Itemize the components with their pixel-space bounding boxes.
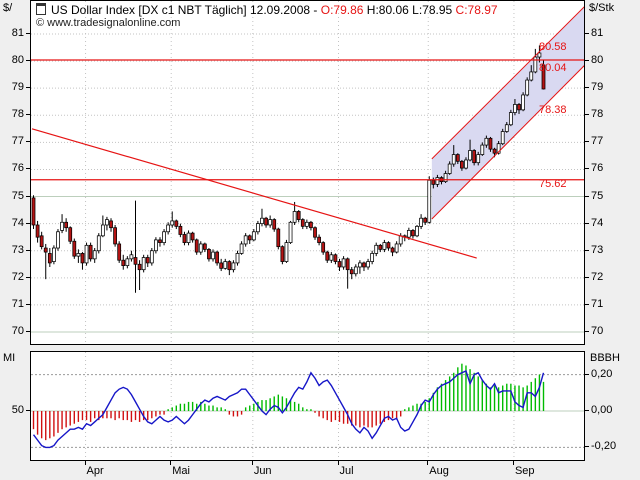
y-axis-tick-label-right: 79 bbox=[591, 81, 604, 94]
y-axis-tick-label-right: 78 bbox=[591, 108, 604, 121]
indicator-right-tick-label: -0,20 bbox=[591, 440, 617, 453]
x-axis-month-label: Aug bbox=[429, 465, 449, 477]
y-axis-tick-mark-left bbox=[26, 195, 30, 197]
indicator-right-tick-label: 0,00 bbox=[591, 404, 613, 416]
y-axis-tick-label-left: 79 bbox=[11, 81, 24, 94]
x-axis-month-label: Jun bbox=[253, 465, 272, 477]
y-axis-tick-label-right: 71 bbox=[591, 297, 604, 310]
left-axis-unit: $/ bbox=[3, 2, 13, 14]
indicator-left-tick-mark bbox=[26, 410, 30, 411]
price-annotation-label: 80.58 bbox=[539, 41, 567, 53]
y-axis-tick-mark-right bbox=[585, 141, 589, 143]
chart-title: US Dollar Index [DX c1 NBT Täglich] 12.0… bbox=[36, 3, 498, 17]
y-axis-tick-label-left: 76 bbox=[11, 162, 24, 175]
right-axis-unit: $/Stk bbox=[589, 2, 615, 14]
indicator-right-label: BBBH bbox=[590, 352, 620, 364]
y-axis-tick-label-right: 77 bbox=[591, 135, 604, 148]
indicator-panel bbox=[30, 351, 585, 461]
y-axis-tick-mark-left bbox=[26, 276, 30, 278]
y-axis-tick-mark-left bbox=[26, 141, 30, 143]
y-axis-tick-mark-left bbox=[26, 33, 30, 34]
x-axis-month-label: Sep bbox=[514, 465, 535, 477]
y-axis-tick-mark-right bbox=[585, 33, 589, 34]
y-axis-tick-label-left: 81 bbox=[11, 27, 24, 39]
mi-line bbox=[32, 370, 545, 449]
y-axis-tick-mark-left bbox=[26, 303, 30, 305]
x-axis-tick-mark bbox=[337, 461, 339, 465]
y-axis-tick-label-left: 80 bbox=[11, 54, 24, 67]
y-axis-tick-label-left: 70 bbox=[11, 324, 24, 337]
indicator-right-tick-mark bbox=[585, 410, 589, 411]
y-axis-tick-label-right: 74 bbox=[591, 216, 604, 229]
title-open-value: O:79.86 bbox=[320, 3, 364, 17]
y-axis-tick-mark-right bbox=[585, 303, 589, 305]
y-axis-tick-label-left: 75 bbox=[11, 189, 24, 202]
y-axis-tick-label-right: 80 bbox=[591, 54, 604, 67]
title-separator: - bbox=[313, 3, 318, 17]
price-annotation-label: 78.38 bbox=[539, 104, 567, 116]
x-axis-month-label: Mai bbox=[172, 465, 190, 477]
window-restore-icon bbox=[36, 3, 46, 15]
y-axis-tick-mark-right bbox=[585, 114, 589, 116]
indicator-right-tick-label: 0,20 bbox=[591, 367, 613, 380]
main-chart-canvas[interactable] bbox=[31, 1, 584, 344]
watermark: © www.tradesignalonline.com bbox=[36, 17, 180, 29]
x-axis-tick-mark bbox=[427, 461, 429, 465]
x-axis-tick-mark bbox=[170, 461, 172, 465]
y-axis-tick-mark-left bbox=[26, 222, 30, 224]
y-axis-tick-mark-left bbox=[26, 87, 30, 89]
y-axis-tick-mark-right bbox=[585, 276, 589, 278]
y-axis-tick-label-right: 72 bbox=[591, 270, 604, 283]
title-low-value: L:78.95 bbox=[412, 3, 453, 17]
x-axis-tick-mark bbox=[512, 461, 514, 465]
title-high-value: H:80.06 bbox=[366, 3, 409, 17]
y-axis-tick-mark-right bbox=[585, 222, 589, 224]
price-annotation-label: 75.62 bbox=[539, 178, 567, 190]
x-axis-month-label: Apr bbox=[86, 465, 104, 477]
y-axis-tick-mark-right bbox=[585, 330, 589, 332]
copyright-icon: © bbox=[36, 17, 45, 29]
y-axis-tick-mark-right bbox=[585, 87, 589, 89]
y-axis-tick-label-right: 70 bbox=[591, 324, 604, 337]
y-axis-tick-label-right: 81 bbox=[591, 27, 604, 39]
x-axis-tick-mark bbox=[84, 461, 86, 465]
indicator-gridlines bbox=[31, 352, 584, 460]
watermark-url: www.tradesignalonline.com bbox=[47, 17, 181, 29]
y-axis-tick-mark-left bbox=[26, 249, 30, 251]
x-axis-tick-mark bbox=[251, 461, 253, 465]
main-gridlines bbox=[31, 1, 584, 344]
y-axis-tick-mark-right bbox=[585, 249, 589, 251]
y-axis-tick-label-left: 77 bbox=[11, 135, 24, 148]
y-axis-tick-label-left: 72 bbox=[11, 270, 24, 283]
y-axis-tick-mark-left bbox=[26, 330, 30, 332]
y-axis-tick-label-left: 78 bbox=[11, 108, 24, 121]
y-axis-tick-label-left: 74 bbox=[11, 216, 24, 229]
title-date: 12.09.2008 bbox=[249, 3, 311, 17]
y-axis-tick-label-right: 76 bbox=[591, 162, 604, 175]
price-annotation-label: 80.04 bbox=[539, 62, 567, 74]
y-axis-tick-mark-left bbox=[26, 168, 30, 170]
indicator-left-label: MI bbox=[3, 352, 16, 364]
chart-window: $/ $/Stk US Dollar Index [DX c1 NBT Tägl… bbox=[0, 0, 640, 480]
y-axis-tick-label-left: 73 bbox=[11, 243, 24, 256]
x-axis-month-label: Jul bbox=[339, 465, 354, 477]
indicator-canvas[interactable] bbox=[31, 352, 584, 460]
y-axis-tick-mark-left bbox=[26, 60, 30, 62]
indicator-right-tick-mark bbox=[585, 446, 589, 448]
y-axis-tick-mark-left bbox=[26, 114, 30, 116]
indicator-left-tick-label: 50 bbox=[11, 404, 24, 416]
main-chart-panel bbox=[30, 0, 585, 345]
y-axis-tick-label-right: 73 bbox=[591, 243, 604, 256]
y-axis-tick-label-left: 71 bbox=[11, 297, 24, 310]
title-instrument: US Dollar Index [DX c1 NBT Täglich] bbox=[51, 3, 247, 17]
y-axis-tick-mark-right bbox=[585, 60, 589, 62]
y-axis-tick-label-right: 75 bbox=[591, 189, 604, 202]
y-axis-tick-mark-right bbox=[585, 168, 589, 170]
indicator-right-tick-mark bbox=[585, 373, 589, 375]
title-close-value: C:78.97 bbox=[455, 3, 498, 17]
y-axis-tick-mark-right bbox=[585, 195, 589, 197]
